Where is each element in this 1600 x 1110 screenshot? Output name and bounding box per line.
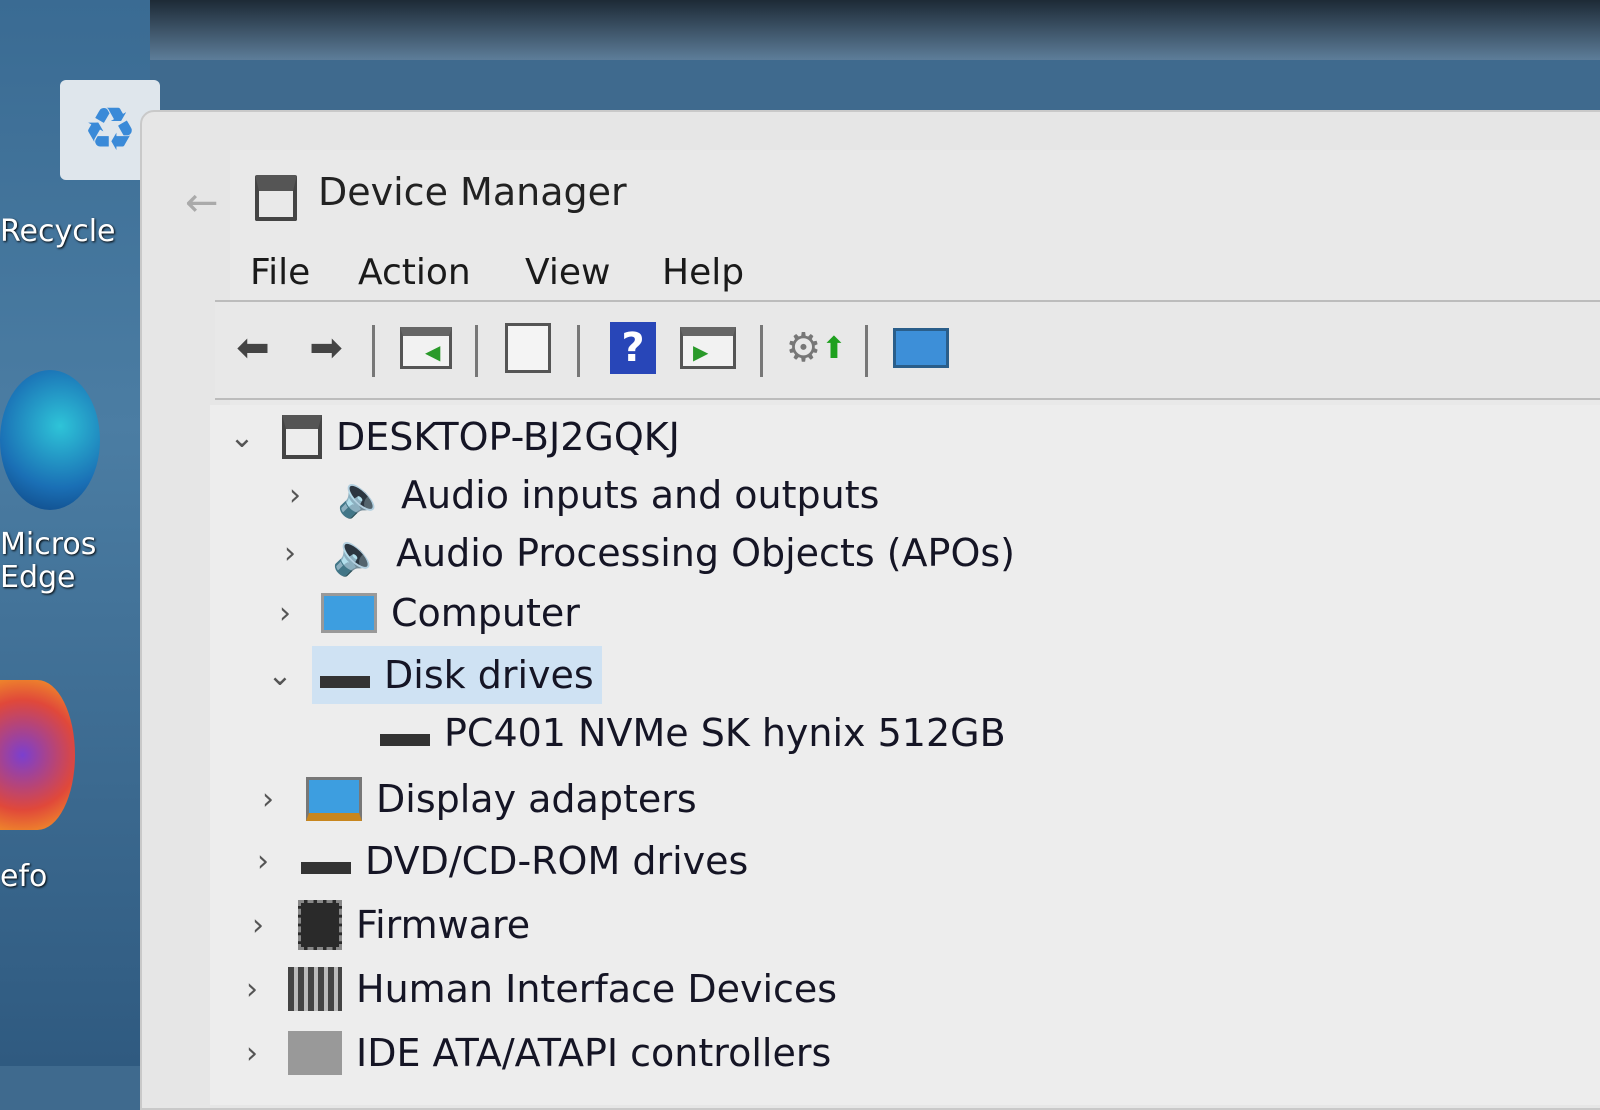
- tree-item-label: Display adapters: [376, 777, 697, 821]
- show-hide-console-tree-icon[interactable]: ◀: [398, 322, 454, 374]
- scan-hardware-changes-icon[interactable]: ⚙ ⬆: [786, 322, 847, 374]
- chevron-right-icon[interactable]: ›: [275, 478, 315, 513]
- toolbar-separator: [865, 325, 868, 377]
- tree-item-ide[interactable]: › IDE ATA/ATAPI controllers: [232, 1024, 831, 1082]
- chevron-right-icon[interactable]: ›: [238, 908, 278, 943]
- chip-icon: [298, 900, 342, 950]
- menu-file[interactable]: File: [250, 252, 310, 293]
- menu-help[interactable]: Help: [662, 252, 744, 293]
- tree-child-label: PC401 NVMe SK hynix 512GB: [444, 711, 1006, 755]
- disk-drive-icon: [380, 734, 430, 746]
- tree-item-hid[interactable]: › Human Interface Devices: [232, 960, 837, 1018]
- desktop: ♻ Recycle Micros Edge efo: [0, 0, 160, 1066]
- desktop-icon-label[interactable]: efo: [0, 860, 47, 893]
- tree-item-label: Disk drives: [384, 653, 594, 697]
- computer-icon: [321, 593, 377, 633]
- tree-item-firmware[interactable]: › Firmware: [238, 896, 530, 954]
- disk-drive-icon: [320, 676, 370, 688]
- tree-item-apos[interactable]: › 🔈 Audio Processing Objects (APOs): [270, 524, 1015, 582]
- chevron-right-icon[interactable]: ›: [265, 596, 305, 631]
- back-icon[interactable]: ⬅: [225, 322, 281, 374]
- tree-item-disk-drives[interactable]: ⌄ Disk drives: [260, 646, 602, 704]
- properties-icon[interactable]: [500, 322, 556, 374]
- device-manager-icon: [255, 175, 297, 221]
- tree-item-label: Human Interface Devices: [356, 967, 838, 1011]
- tree-item-dvd[interactable]: › DVD/CD-ROM drives: [243, 832, 748, 890]
- tree-item-label: IDE ATA/ATAPI controllers: [356, 1031, 832, 1075]
- toolbar-separator: [577, 325, 580, 377]
- tree-root[interactable]: ⌄ DESKTOP-BJ2GQKJ: [222, 408, 680, 466]
- tree-item-audio-inputs[interactable]: › 🔈 Audio inputs and outputs: [275, 466, 879, 524]
- tree-item-label: Firmware: [356, 903, 531, 947]
- selected-highlight: Disk drives: [312, 646, 602, 704]
- window-title: Device Manager: [318, 170, 627, 214]
- chevron-right-icon[interactable]: ›: [232, 972, 272, 1007]
- back-nav-icon[interactable]: ←: [185, 180, 219, 226]
- ide-controller-icon: [288, 1031, 342, 1075]
- chevron-right-icon[interactable]: ›: [232, 1036, 272, 1071]
- chevron-down-icon[interactable]: ⌄: [260, 658, 300, 693]
- monitor-icon[interactable]: [893, 322, 949, 374]
- tree-item-label: Audio Processing Objects (APOs): [396, 531, 1015, 575]
- tree-root-label: DESKTOP-BJ2GQKJ: [336, 415, 680, 459]
- tree-item-label: DVD/CD-ROM drives: [365, 839, 749, 883]
- chevron-right-icon[interactable]: ›: [270, 536, 310, 571]
- edge-icon[interactable]: [0, 370, 100, 510]
- speaker-icon: 🔈: [337, 474, 387, 520]
- monitor-bezel: [0, 0, 1600, 60]
- hid-icon: [288, 967, 342, 1011]
- tree-item-label: Audio inputs and outputs: [401, 473, 880, 517]
- menu-view[interactable]: View: [525, 252, 610, 293]
- display-adapter-icon: [306, 777, 362, 821]
- tree-child-disk[interactable]: PC401 NVMe SK hynix 512GB: [380, 704, 1006, 762]
- toolbar-separator: [760, 325, 763, 377]
- chevron-right-icon[interactable]: ›: [248, 782, 288, 817]
- computer-root-icon: [282, 415, 322, 459]
- dvd-drive-icon: [301, 862, 351, 874]
- show-action-pane-icon[interactable]: ▶: [680, 322, 736, 374]
- toolbar-separator: [475, 325, 478, 377]
- desktop-icon-label[interactable]: Recycle: [0, 215, 116, 248]
- chevron-right-icon[interactable]: ›: [243, 844, 283, 879]
- help-icon[interactable]: ?: [605, 322, 661, 374]
- forward-icon[interactable]: ➡: [298, 322, 354, 374]
- firefox-icon[interactable]: [0, 680, 75, 830]
- tree-item-computer[interactable]: › Computer: [265, 584, 580, 642]
- chevron-down-icon[interactable]: ⌄: [222, 420, 262, 455]
- speaker-icon: 🔈: [332, 532, 382, 578]
- tree-item-display-adapters[interactable]: › Display adapters: [248, 770, 697, 828]
- tree-item-label: Computer: [391, 591, 580, 635]
- menu-action[interactable]: Action: [358, 252, 471, 293]
- toolbar-separator: [372, 325, 375, 377]
- desktop-icon-label[interactable]: Micros Edge: [0, 528, 110, 594]
